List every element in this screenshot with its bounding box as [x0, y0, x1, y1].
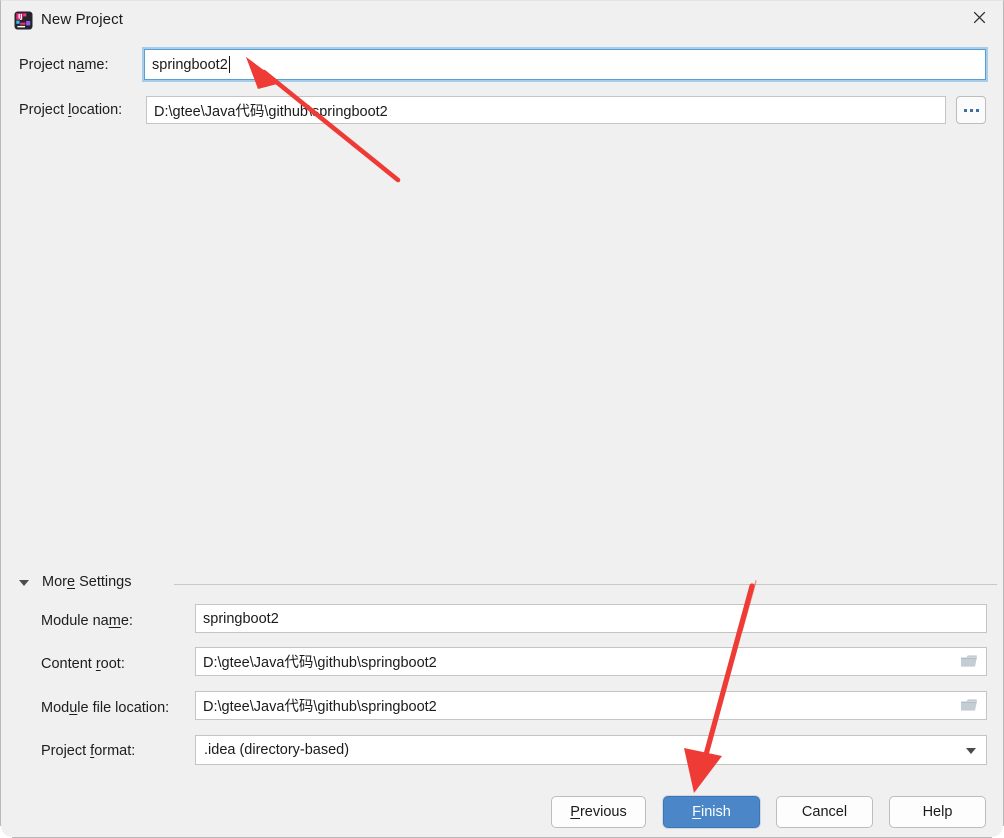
chevron-down-icon[interactable] — [966, 748, 976, 754]
text-caret — [228, 56, 230, 73]
close-icon[interactable] — [956, 1, 1002, 34]
project-name-label: Project name: — [19, 57, 109, 73]
project-format-value: .idea (directory-based) — [204, 742, 350, 758]
new-project-dialog: IJ New Project Project name: springboot2… — [0, 0, 1004, 838]
module-file-location-folder-icon[interactable] — [956, 691, 982, 720]
project-location-label: Project location: — [19, 102, 123, 118]
content-root-value: D:\gtee\Java代码\github\springboot2 — [203, 655, 437, 671]
svg-text:IJ: IJ — [18, 14, 23, 21]
help-button[interactable]: Help — [889, 796, 986, 828]
module-name-value: springboot2 — [203, 610, 279, 627]
finish-button-label: Finish — [692, 804, 731, 820]
previous-button[interactable]: Previous — [551, 796, 646, 828]
previous-button-label: Previous — [570, 804, 627, 820]
section-divider — [174, 584, 997, 585]
page-title: New Project — [41, 11, 123, 28]
module-file-location-input[interactable]: D:\gtee\Java代码\github\springboot2 — [195, 691, 987, 720]
content-root-folder-icon[interactable] — [956, 647, 982, 676]
more-settings-section-header[interactable]: More Settings — [19, 573, 997, 595]
chevron-down-icon[interactable] — [19, 580, 29, 586]
project-name-input[interactable]: springboot2 — [144, 49, 986, 80]
intellij-idea-icon: IJ — [14, 11, 33, 30]
content-root-input[interactable]: D:\gtee\Java代码\github\springboot2 — [195, 647, 987, 676]
window-corner-bottom-right — [992, 826, 1004, 838]
finish-button[interactable]: Finish — [663, 796, 760, 828]
module-name-label: Module name: — [41, 613, 133, 629]
more-settings-label: More Settings — [42, 574, 132, 590]
project-format-select[interactable]: .idea (directory-based) — [195, 735, 987, 765]
browse-location-button[interactable] — [956, 96, 986, 124]
window-corner-bottom-left — [0, 826, 12, 838]
project-location-input[interactable]: D:\gtee\Java代码\github\springboot2 — [146, 96, 946, 124]
ellipsis-icon — [963, 108, 979, 112]
cancel-button[interactable]: Cancel — [776, 796, 873, 828]
content-root-label: Content root: — [41, 656, 125, 672]
module-name-input[interactable]: springboot2 — [195, 604, 987, 633]
project-name-value: springboot2 — [152, 56, 228, 73]
module-file-location-label: Module file location: — [41, 700, 170, 716]
project-location-value: D:\gtee\Java代码\github\springboot2 — [154, 103, 388, 120]
title-bar: IJ New Project — [1, 1, 1003, 41]
cancel-button-label: Cancel — [801, 804, 848, 820]
project-format-label: Project format: — [41, 743, 136, 759]
help-button-label: Help — [922, 804, 953, 820]
module-file-location-value: D:\gtee\Java代码\github\springboot2 — [203, 699, 437, 715]
